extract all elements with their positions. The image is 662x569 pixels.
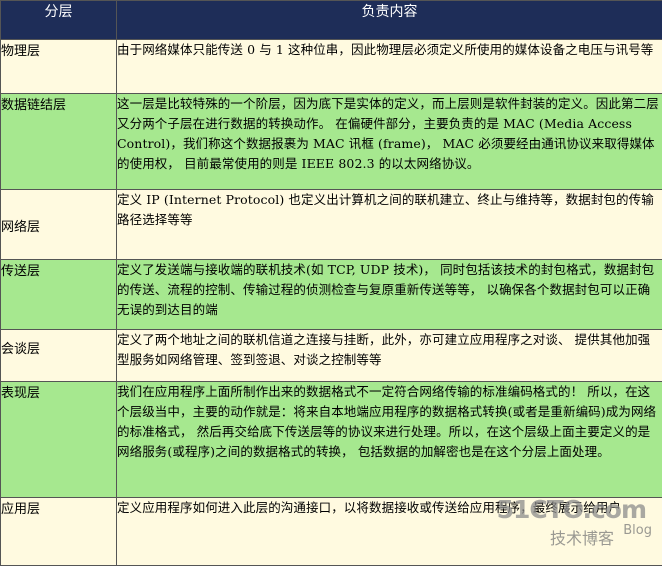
layer-desc-physical: 由于网络媒体只能传送 0 与 1 这种位串，因此物理层必须定义所使用的媒体设备之… [116, 39, 662, 94]
layer-name-physical: 物理层 [0, 39, 117, 94]
layer-desc-transport: 定义了发送端与接收端的联机技术(如 TCP, UDP 技术)， 同时包括该技术的… [116, 259, 662, 330]
table-row: 会谈层 定义了两个地址之间的联机信道之连接与挂断，此外，亦可建立应用程序之对谈、… [0, 329, 662, 382]
layer-desc-session: 定义了两个地址之间的联机信道之连接与挂断，此外，亦可建立应用程序之对谈、 提供其… [116, 329, 662, 382]
layer-name-session: 会谈层 [0, 329, 117, 382]
table-row: 物理层 由于网络媒体只能传送 0 与 1 这种位串，因此物理层必须定义所使用的媒… [0, 39, 662, 94]
layer-name-transport: 传送层 [0, 259, 117, 330]
table-header-row: 分层 负责内容 [0, 0, 662, 40]
header-layer: 分层 [0, 0, 117, 40]
header-responsibility: 负责内容 [116, 0, 662, 40]
layer-name-datalink: 数据链结层 [0, 93, 117, 190]
table-row: 网络层 定义 IP (Internet Protocol) 也定义出计算机之间的… [0, 189, 662, 260]
table-row: 表现层 我们在应用程序上面所制作出来的数据格式不一定符合网络传输的标准编码格式的… [0, 381, 662, 498]
osi-layers-table: 分层 负责内容 物理层 由于网络媒体只能传送 0 与 1 这种位串，因此物理层必… [0, 0, 662, 566]
layer-desc-network: 定义 IP (Internet Protocol) 也定义出计算机之间的联机建立… [116, 189, 662, 260]
layer-desc-presentation: 我们在应用程序上面所制作出来的数据格式不一定符合网络传输的标准编码格式的！ 所以… [116, 381, 662, 498]
layer-name-application: 应用层 [0, 497, 117, 566]
layer-desc-datalink: 这一层是比较特殊的一个阶层，因为底下是实体的定义，而上层则是软件封装的定义。因此… [116, 93, 662, 190]
layer-name-network: 网络层 [0, 189, 117, 260]
table-row: 应用层 定义应用程序如何进入此层的沟通接口，以将数据接收或传送给应用程序，最终展… [0, 497, 662, 566]
layer-name-presentation: 表现层 [0, 381, 117, 498]
table-row: 传送层 定义了发送端与接收端的联机技术(如 TCP, UDP 技术)， 同时包括… [0, 259, 662, 330]
layer-desc-application: 定义应用程序如何进入此层的沟通接口，以将数据接收或传送给应用程序，最终展示给用户 [116, 497, 662, 566]
table-row: 数据链结层 这一层是比较特殊的一个阶层，因为底下是实体的定义，而上层则是软件封装… [0, 93, 662, 190]
